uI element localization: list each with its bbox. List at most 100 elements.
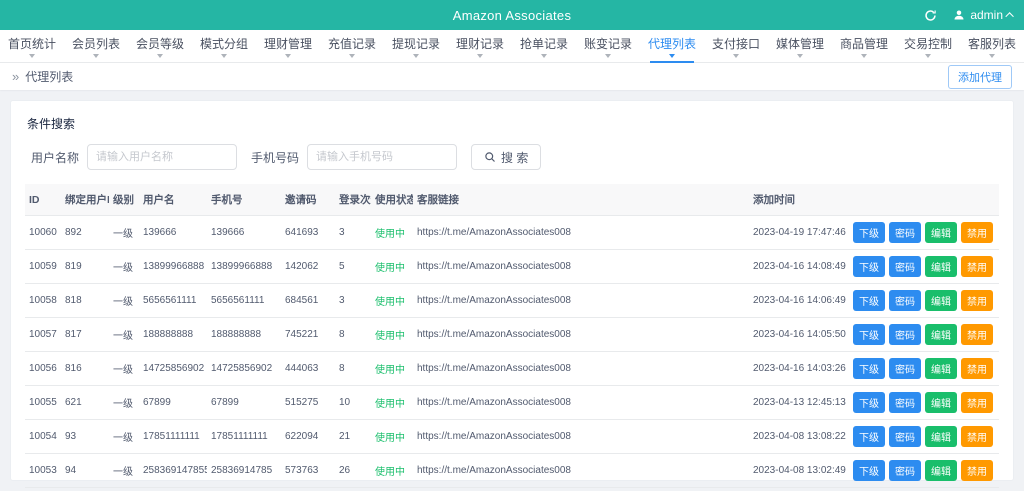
nav-item-会员等级[interactable]: 会员等级 [128,30,192,62]
disable-button[interactable]: 禁用 [961,290,993,311]
user-menu[interactable]: admin [953,8,1014,22]
password-button[interactable]: 密码 [889,324,921,345]
phone-input[interactable] [307,144,458,170]
sub-agents-button[interactable]: 下级 [853,426,885,447]
cell-created-at: 2023-04-16 14:06:49 [749,283,849,318]
disable-button[interactable]: 禁用 [961,222,993,243]
nav-item-客服列表[interactable]: 客服列表 [960,30,1024,62]
cell-actions: 下级密码编辑禁用 [849,453,999,488]
column-header: 客服链接 [413,184,749,216]
cell-service-link: https://t.me/AmazonAssociates008 [413,215,749,250]
disable-button[interactable]: 禁用 [961,324,993,345]
nav-item-充值记录[interactable]: 充值记录 [320,30,384,62]
sub-agents-button[interactable]: 下级 [853,460,885,481]
phone-label: 手机号码 [251,150,300,165]
cell-id: 10059 [25,249,61,284]
edit-button[interactable]: 编辑 [925,358,957,379]
nav-item-label: 首页统计 [7,36,56,51]
cell-invite-code: 641693 [281,215,335,250]
cell-phone: 25836914785 [207,453,281,488]
refresh-button[interactable] [924,9,937,22]
cell-username: 5656561111 [139,283,207,318]
sub-agents-button[interactable]: 下级 [853,290,885,311]
cell-login-count: 8 [335,317,371,352]
nav-item-label: 会员等级 [135,36,184,51]
nav-item-理财记录[interactable]: 理财记录 [448,30,512,62]
password-button[interactable]: 密码 [889,426,921,447]
password-button[interactable]: 密码 [889,460,921,481]
cell-created-at: 2023-04-16 14:03:26 [749,351,849,386]
table-row: 10056 816 一级 14725856902 14725856902 444063 8 使… [25,351,999,386]
edit-button[interactable]: 编辑 [925,426,957,447]
edit-button[interactable]: 编辑 [925,324,957,345]
column-header: 添加时间 [749,184,849,216]
cell-username: 17851111111 [139,419,207,454]
content-area: 条件搜索 用户名称 手机号码 搜 索 ID绑定用户ID级别用户名手机号邀请码登录… [0,90,1024,491]
password-button[interactable]: 密码 [889,222,921,243]
cell-username: 14725856902 [139,351,207,386]
cell-phone: 14725856902 [207,351,281,386]
chevron-down-icon [413,53,419,58]
nav-item-label: 支付接口 [711,36,760,51]
cell-service-link: https://t.me/AmazonAssociates008 [413,419,749,454]
cell-bind-user-id: 92 [61,487,109,491]
edit-button[interactable]: 编辑 [925,290,957,311]
sub-agents-button[interactable]: 下级 [853,392,885,413]
password-button[interactable]: 密码 [889,358,921,379]
nav-item-label: 媒体管理 [775,36,824,51]
cell-status: 使用中 [371,487,413,491]
search-section-title: 条件搜索 [27,117,76,131]
cell-level: 一级 [109,385,139,420]
sub-agents-button[interactable]: 下级 [853,222,885,243]
username-input[interactable] [87,144,238,170]
nav-item-媒体管理[interactable]: 媒体管理 [768,30,832,62]
nav-item-商品管理[interactable]: 商品管理 [832,30,896,62]
nav-item-交易控制[interactable]: 交易控制 [896,30,960,62]
disable-button[interactable]: 禁用 [961,426,993,447]
cell-created-at: 2023-04-19 17:47:46 [749,215,849,250]
table-row: 10059 819 一级 13899966888 13899966888 142062 5 使… [25,249,999,284]
sub-agents-button[interactable]: 下级 [853,324,885,345]
cell-status: 使用中 [371,419,413,454]
nav-item-首页统计[interactable]: 首页统计 [0,30,64,62]
cell-bind-user-id: 818 [61,283,109,318]
breadcrumb: 代理列表 [25,70,74,84]
cell-invite-code: 745221 [281,317,335,352]
nav-item-抢单记录[interactable]: 抢单记录 [512,30,576,62]
cell-created-at: 2023-04-08 12:44:19 [749,487,849,491]
add-agent-button[interactable]: 添加代理 [948,64,1012,89]
search-button[interactable]: 搜 索 [471,144,542,170]
cell-phone: 5656561111 [207,283,281,318]
cell-invite-code: 515275 [281,385,335,420]
disable-button[interactable]: 禁用 [961,358,993,379]
cell-status: 使用中 [371,351,413,386]
nav-item-理财管理[interactable]: 理财管理 [256,30,320,62]
password-button[interactable]: 密码 [889,256,921,277]
sub-agents-button[interactable]: 下级 [853,358,885,379]
password-button[interactable]: 密码 [889,392,921,413]
password-button[interactable]: 密码 [889,290,921,311]
cell-service-link: https://t.me/AmazonAssociates008 [413,487,749,491]
edit-button[interactable]: 编辑 [925,460,957,481]
cell-level: 一级 [109,283,139,318]
search-button-label: 搜 索 [501,150,529,165]
disable-button[interactable]: 禁用 [961,256,993,277]
cell-username: 13899966888 [139,249,207,284]
nav-item-代理列表[interactable]: 代理列表 [640,30,704,63]
nav-item-账变记录[interactable]: 账变记录 [576,30,640,62]
nav-item-模式分组[interactable]: 模式分组 [192,30,256,62]
agent-table: ID绑定用户ID级别用户名手机号邀请码登录次数使用状态客服链接添加时间 1006… [25,184,999,491]
column-header: 绑定用户ID [61,184,109,216]
breadcrumb-bar: » 代理列表 添加代理 [0,63,1024,90]
edit-button[interactable]: 编辑 [925,256,957,277]
nav-item-label: 商品管理 [839,36,888,51]
nav-item-会员列表[interactable]: 会员列表 [64,30,128,62]
cell-username: 188888888 [139,317,207,352]
nav-item-提现记录[interactable]: 提现记录 [384,30,448,62]
disable-button[interactable]: 禁用 [961,392,993,413]
edit-button[interactable]: 编辑 [925,392,957,413]
disable-button[interactable]: 禁用 [961,460,993,481]
sub-agents-button[interactable]: 下级 [853,256,885,277]
nav-item-支付接口[interactable]: 支付接口 [704,30,768,62]
edit-button[interactable]: 编辑 [925,222,957,243]
